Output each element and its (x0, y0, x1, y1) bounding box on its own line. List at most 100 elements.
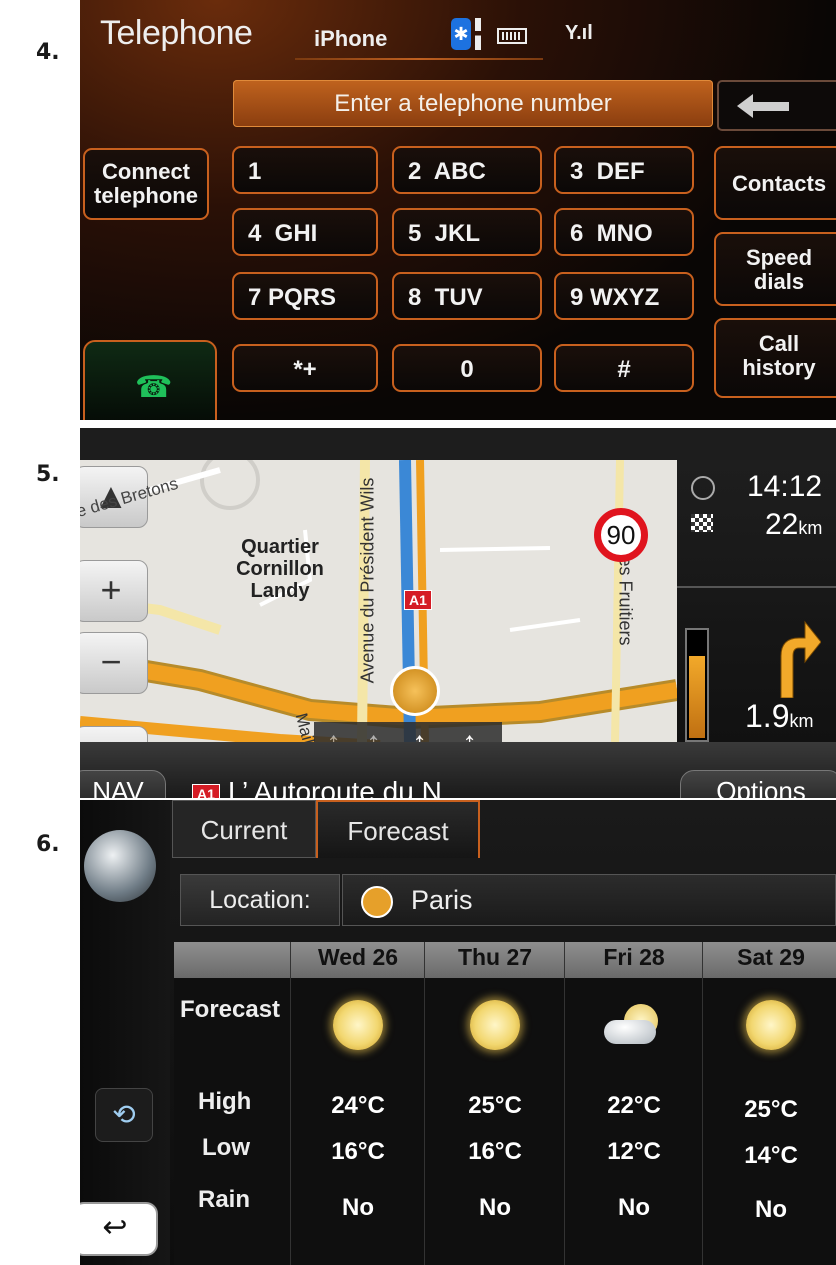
telephone-screen: Telephone iPhone ✱ Y.ıl Enter a telephon… (80, 0, 836, 420)
roundabout (200, 460, 260, 510)
low-temp: 12°C (607, 1138, 661, 1165)
destination-flag-icon (691, 514, 713, 532)
key-label: 3 DEF (570, 158, 645, 185)
row-label-high: High (198, 1088, 252, 1115)
refresh-button[interactable]: ⟲ (95, 1088, 153, 1142)
phone-handset-icon: ☎ (135, 371, 173, 404)
bluetooth-status-icon (475, 18, 481, 50)
connect-telephone-button[interactable]: Connect telephone (83, 148, 209, 220)
remaining-distance: 22km (765, 508, 822, 542)
clock-icon (691, 476, 715, 500)
telephone-header: Telephone iPhone ✱ Y.ıl (80, 0, 836, 68)
contacts-button[interactable]: Contacts (714, 146, 836, 220)
low-temp: 14°C (744, 1142, 798, 1169)
row-label-rain: Rain (198, 1186, 251, 1213)
globe-weather-icon (84, 830, 156, 902)
high-temp: 25°C (468, 1092, 522, 1119)
connected-device-name: iPhone (314, 26, 388, 51)
key-label: # (617, 356, 631, 383)
location-selector[interactable]: Paris (342, 874, 836, 926)
zoom-in-icon: + (100, 569, 122, 610)
figure-number-5: 5. (36, 462, 60, 487)
zoom-out-icon: − (100, 641, 122, 682)
lane-arrow-active-icon: ↑ (462, 726, 477, 742)
distance-progress-fill (689, 655, 705, 738)
key-label: *+ (293, 356, 317, 383)
sun-icon (470, 1000, 520, 1050)
call-button[interactable]: ☎ (83, 340, 217, 420)
zoom-in-button[interactable]: + (80, 560, 148, 622)
keypad-key-5[interactable]: 5 JKL (392, 208, 542, 256)
motorway (80, 652, 677, 727)
key-label: 7 PQRS (248, 284, 337, 311)
keypad-key-2[interactable]: 2 ABC (392, 146, 542, 194)
key-label: 9 WXYZ (570, 284, 660, 311)
volume-button[interactable]: ◀ (80, 726, 148, 742)
forecast-day-column: Thu 27 25°C 16°C No (424, 942, 565, 1265)
lane-guidance: ↑ ↑ ↑ ↑ (314, 722, 502, 742)
next-turn-value: 1.9 (745, 698, 790, 734)
lane-arrow-icon: ↑ (366, 726, 381, 742)
next-turn-unit: km (789, 711, 814, 731)
cloud-part (604, 1020, 656, 1044)
keypad-key-6[interactable]: 6 MNO (554, 208, 694, 256)
keypad-key-8[interactable]: 8 TUV (392, 272, 542, 320)
street-label-wilson: Avenue du Président Wils (357, 477, 378, 684)
backspace-button[interactable] (717, 80, 836, 131)
options-button[interactable]: Options (680, 770, 836, 798)
back-button[interactable]: ↩ (80, 1202, 158, 1256)
lane-arrow-icon: ↑ (326, 726, 341, 742)
arrival-time: 14:12 (747, 470, 823, 503)
key-label: 1 (248, 158, 262, 185)
refresh-icon: ⟲ (112, 1099, 136, 1130)
signal-strength-icon: Y.ıl (565, 22, 593, 44)
high-temp: 25°C (744, 1096, 798, 1123)
key-label: 0 (460, 356, 474, 383)
row-label-low: Low (202, 1134, 250, 1161)
zoom-out-button[interactable]: − (80, 632, 148, 694)
sun-icon (333, 1000, 383, 1050)
key-label: 8 TUV (408, 284, 483, 311)
remaining-distance-value: 22 (765, 508, 799, 541)
current-road-name: L’ Autoroute du N (228, 776, 442, 798)
sun-icon (746, 1000, 796, 1050)
keypad-key-4[interactable]: 4 GHI (232, 208, 378, 256)
forecast-day-column: Sat 29 25°C 14°C No (702, 942, 836, 1265)
vehicle-position-icon (390, 666, 440, 716)
speaker-icon: ◀ (97, 735, 125, 742)
rain-value: No (342, 1194, 374, 1221)
map-view[interactable]: ▲ + − ◀ rue des Bretons Quartier Cornill… (80, 460, 677, 742)
minor-road (439, 546, 551, 552)
key-label: 2 ABC (408, 158, 486, 185)
call-history-label: Call history (742, 331, 816, 380)
rain-value: No (755, 1196, 787, 1223)
rain-value: No (479, 1194, 511, 1221)
keypad-key-3[interactable]: 3 DEF (554, 146, 694, 194)
call-history-button[interactable]: Call history (714, 318, 836, 398)
telephone-title: Telephone (100, 14, 253, 52)
forecast-day-column: Wed 26 24°C 16°C No (290, 942, 425, 1265)
key-label: 6 MNO (570, 220, 653, 247)
keypad-key-7[interactable]: 7 PQRS (232, 272, 378, 320)
keypad-key-hash[interactable]: # (554, 344, 694, 392)
weather-screen: ⟲ ↩ Current Forecast Location: Paris For… (80, 800, 836, 1265)
phone-number-input[interactable]: Enter a telephone number (233, 80, 713, 127)
nav-button[interactable]: NAV (80, 770, 166, 798)
current-road-badge: A1 (192, 784, 220, 798)
key-label: 4 GHI (248, 220, 318, 247)
phone-number-placeholder: Enter a telephone number (334, 90, 612, 117)
minor-road (509, 618, 581, 632)
tab-forecast[interactable]: Forecast (316, 800, 480, 858)
keypad-key-1[interactable]: 1 (232, 146, 378, 194)
forecast-table: Forecast High Low Rain Wed 26 24°C 16°C … (174, 942, 836, 1265)
next-turn-distance: 1.9km (745, 698, 813, 735)
keypad-key-star[interactable]: *+ (232, 344, 378, 392)
tab-current[interactable]: Current (172, 800, 316, 858)
backspace-arrow-icon (737, 94, 789, 118)
speed-dials-button[interactable]: Speed dials (714, 232, 836, 306)
weather-sidebar: ⟲ ↩ (80, 800, 170, 1265)
keypad-key-0[interactable]: 0 (392, 344, 542, 392)
partly-cloudy-icon (604, 1004, 664, 1044)
keypad-key-9[interactable]: 9 WXYZ (554, 272, 694, 320)
rain-value: No (618, 1194, 650, 1221)
